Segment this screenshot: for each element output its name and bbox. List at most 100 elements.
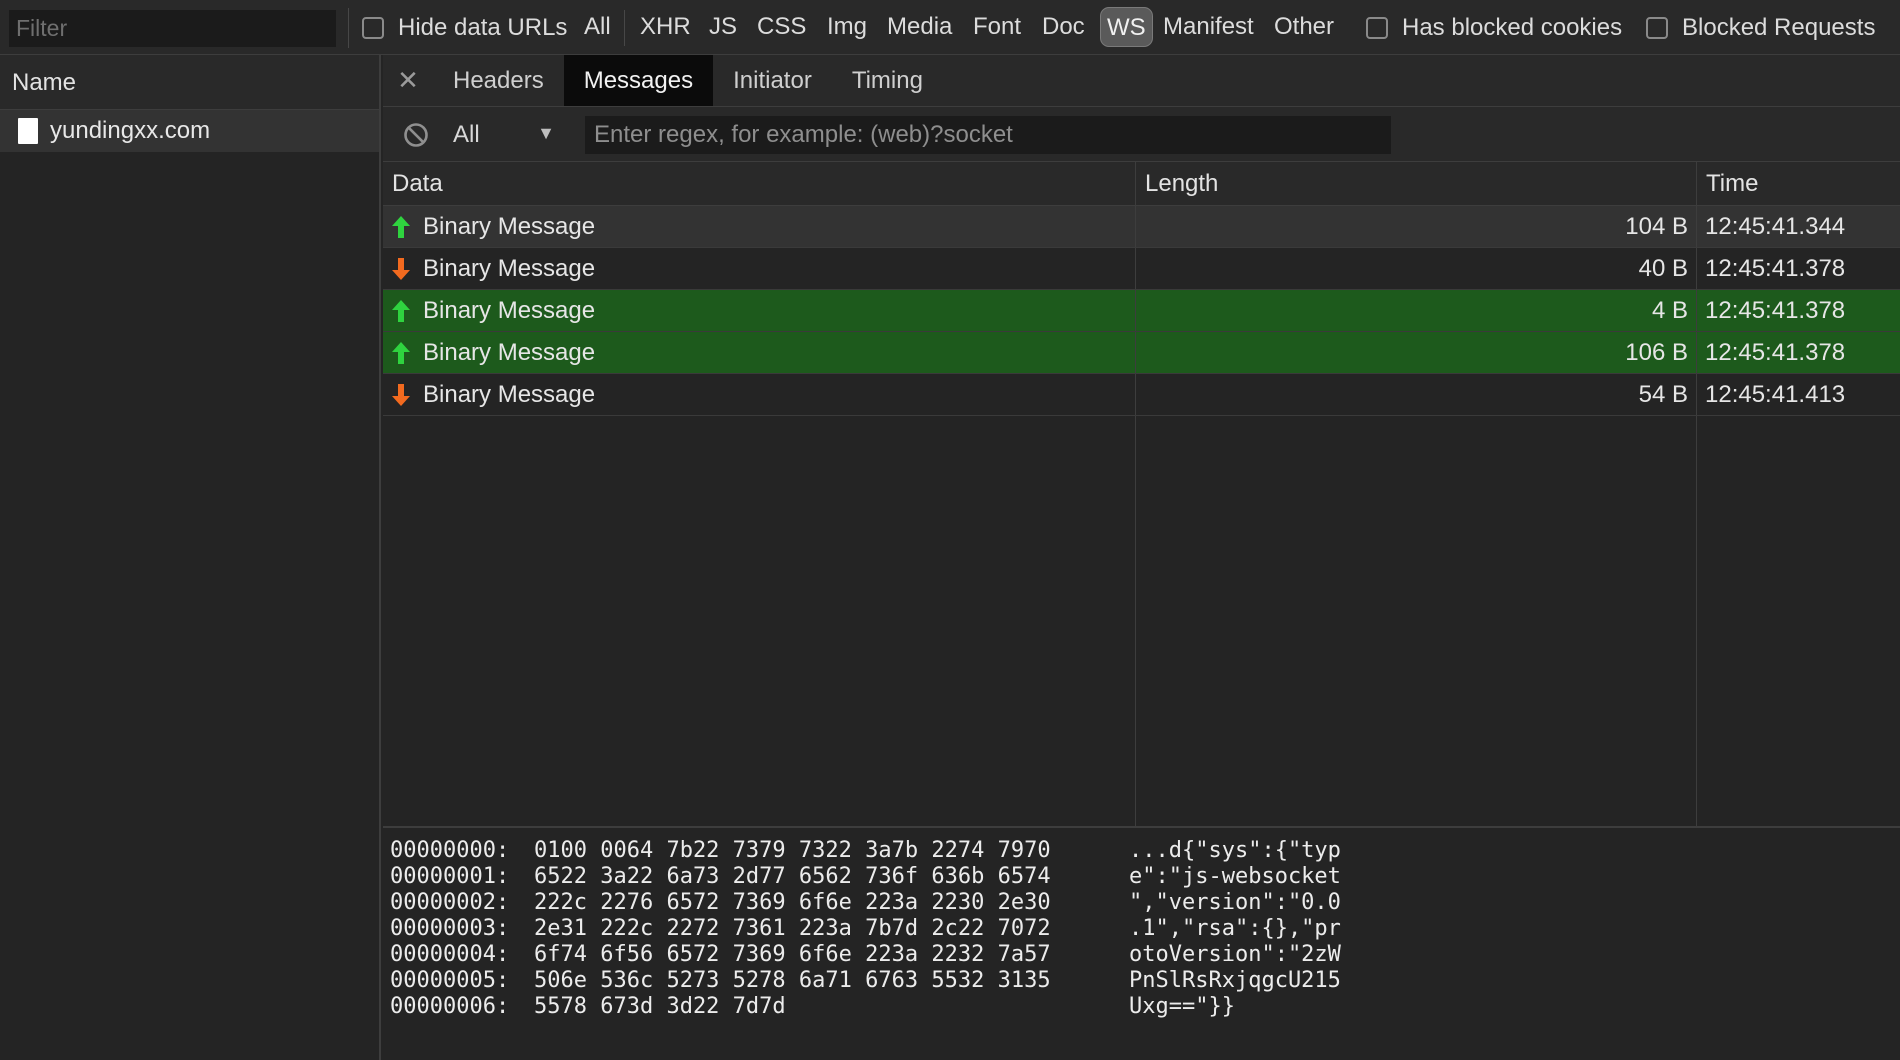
messages-table-header: Data Length Time [383,162,1900,206]
request-list: Name yundingxx.com [0,55,381,1060]
message-data-text: Binary Message [423,381,596,408]
blocked-requests-checkbox[interactable] [1646,17,1668,39]
type-filter-font[interactable]: Font [967,7,1027,47]
arrow-down-icon [392,383,410,406]
tab-messages[interactable]: Messages [563,55,714,106]
hex-offset: 00000005: [390,968,510,993]
regex-filter-input[interactable] [585,116,1391,154]
has-blocked-cookies-label: Has blocked cookies [1402,14,1623,41]
type-filter-css[interactable]: CSS [751,7,812,47]
message-data-text: Binary Message [423,297,596,324]
type-filter-xhr[interactable]: XHR [634,7,697,47]
filter-input[interactable] [9,10,336,47]
hex-ascii: ...d{"sys":{"typ [1129,838,1341,863]
hex-bytes: 222c 2276 6572 7369 6f6e 223a 2230 2e30 [534,890,1051,915]
table-empty-area [383,416,1900,826]
type-filter-doc[interactable]: Doc [1036,7,1091,47]
hex-ascii: Uxg=="}} [1129,994,1235,1019]
close-icon[interactable]: ✕ [383,55,433,106]
hex-offset: 00000004: [390,942,510,967]
hex-dump-line: 00000001: 6522 3a22 6a73 2d77 6562 736f 6… [390,864,1900,890]
messages-table: Data Length Time Binary Message 104 B 12:4… [383,162,1900,826]
messages-toolbar: All ▼ [383,107,1900,162]
type-divider [624,10,625,46]
hex-dump-line: 00000006: 5578 673d 3d22 7d7d Uxg=="}} [390,994,1900,1020]
type-filter-other[interactable]: Other [1268,7,1340,47]
type-filter-media[interactable]: Media [881,7,958,47]
message-data-cell: Binary Message [383,290,1136,331]
message-row[interactable]: Binary Message 4 B 12:45:41.378 [383,290,1900,332]
blocked-requests-toggle[interactable]: Blocked Requests [1646,14,1875,42]
message-row[interactable]: Binary Message 106 B 12:45:41.378 [383,332,1900,374]
hex-bytes: 0100 0064 7b22 7379 7322 3a7b 2274 7970 [534,838,1051,863]
arrow-up-icon [392,299,410,322]
hex-dump-line: 00000003: 2e31 222c 2272 7361 223a 7b7d 2… [390,916,1900,942]
hide-data-urls-toggle[interactable]: Hide data URLs [362,14,567,42]
direction-filter-value: All [453,121,480,148]
has-blocked-cookies-checkbox[interactable] [1366,17,1388,39]
message-time-cell: 12:45:41.378 [1705,255,1846,282]
message-row[interactable]: Binary Message 104 B 12:45:41.344 [383,206,1900,248]
hex-bytes: 2e31 222c 2272 7361 223a 7b7d 2c22 7072 [534,916,1051,941]
tab-initiator[interactable]: Initiator [713,55,832,106]
hex-offset: 00000006: [390,994,510,1019]
message-time-cell: 12:45:41.378 [1705,297,1846,324]
hex-ascii: .1","rsa":{},"pr [1129,916,1341,941]
hex-dump-line: 00000005: 506e 536c 5273 5278 6a71 6763 5… [390,968,1900,994]
tab-timing[interactable]: Timing [832,55,943,106]
type-filter-manifest[interactable]: Manifest [1157,7,1260,47]
hex-ascii: otoVersion":"2zW [1129,942,1341,967]
message-time-cell: 12:45:41.413 [1705,381,1846,408]
hex-bytes: 5578 673d 3d22 7d7d [534,994,786,1019]
request-name: yundingxx.com [50,117,211,144]
network-filter-bar: Hide data URLs All XHR JS CSS Img Media … [0,0,1900,55]
request-detail-panel: ✕ Headers Messages Initiator Timing All … [383,55,1900,1060]
blocked-requests-label: Blocked Requests [1682,14,1876,41]
toolbar-divider [348,8,349,48]
hex-bytes: 506e 536c 5273 5278 6a71 6763 5532 3135 [534,968,1051,993]
message-length-cell: 40 B [1136,248,1697,289]
message-data-cell: Binary Message [383,374,1136,415]
message-time-cell: 12:45:41.344 [1705,213,1846,240]
message-time-cell: 12:45:41.378 [1705,339,1846,366]
hex-dump-line: 00000004: 6f74 6f56 6572 7369 6f6e 223a 2… [390,942,1900,968]
name-column-header[interactable]: Name [0,55,379,110]
hex-dump-line: 00000002: 222c 2276 6572 7369 6f6e 223a 2… [390,890,1900,916]
has-blocked-cookies-toggle[interactable]: Has blocked cookies [1366,14,1622,42]
hex-offset: 00000001: [390,864,510,889]
chevron-down-icon: ▼ [537,123,555,143]
request-row-yundingxx[interactable]: yundingxx.com [0,110,379,152]
time-column-header[interactable]: Time [1697,162,1900,205]
length-column-header[interactable]: Length [1136,162,1697,205]
message-length-cell: 104 B [1136,206,1697,247]
arrow-up-icon [392,215,410,238]
hex-dump-viewer: 00000000: 0100 0064 7b22 7379 7322 3a7b 2… [383,826,1900,1060]
hex-offset: 00000002: [390,890,510,915]
type-filter-img[interactable]: Img [821,7,873,47]
arrow-up-icon [392,341,410,364]
hex-offset: 00000000: [390,838,510,863]
message-data-cell: Binary Message [383,206,1136,247]
document-icon [18,118,38,144]
hex-ascii: PnSlRsRxjqgcU215 [1129,968,1341,993]
hex-bytes: 6f74 6f56 6572 7369 6f6e 223a 2232 7a57 [534,942,1051,967]
direction-filter-select[interactable]: All ▼ [443,117,563,153]
hide-data-urls-label: Hide data URLs [398,14,568,41]
hide-data-urls-checkbox[interactable] [362,17,384,39]
hex-dump-line: 00000000: 0100 0064 7b22 7379 7322 3a7b 2… [390,838,1900,864]
message-data-cell: Binary Message [383,248,1136,289]
message-data-text: Binary Message [423,255,596,282]
message-data-text: Binary Message [423,213,596,240]
type-filter-js[interactable]: JS [703,7,743,47]
type-filter-ws[interactable]: WS [1100,7,1153,47]
hex-bytes: 6522 3a22 6a73 2d77 6562 736f 636b 6574 [534,864,1051,889]
message-row[interactable]: Binary Message 54 B 12:45:41.413 [383,374,1900,416]
clear-messages-icon[interactable] [403,122,429,148]
detail-tabs: ✕ Headers Messages Initiator Timing [383,55,1900,107]
data-column-header[interactable]: Data [383,162,1136,205]
message-length-cell: 54 B [1136,374,1697,415]
tab-headers[interactable]: Headers [433,55,564,106]
message-row[interactable]: Binary Message 40 B 12:45:41.378 [383,248,1900,290]
type-filter-all[interactable]: All [578,7,617,47]
message-length-cell: 106 B [1136,332,1697,373]
